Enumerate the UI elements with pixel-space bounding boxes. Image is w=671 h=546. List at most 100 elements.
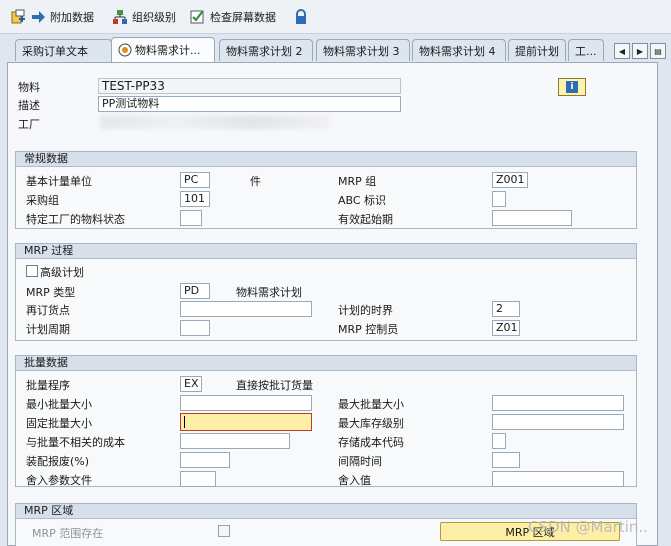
assembly-scrap-field[interactable]	[180, 452, 230, 468]
plant-status-label: 特定工厂的物料状态	[26, 213, 125, 226]
tab-strip: 采购订单文本 物料需求计... 物料需求计划 2 物料需求计划 3 物料需求计划…	[0, 35, 671, 63]
plant-value-redacted	[100, 115, 330, 129]
tab-scroll-right-button[interactable]: ▶	[632, 43, 648, 59]
lot-procedure-label: 批量程序	[26, 379, 70, 392]
abc-label: ABC 标识	[338, 194, 387, 207]
org-levels-icon	[112, 9, 128, 25]
assembly-scrap-label: 装配报废(%)	[26, 455, 90, 468]
tab-mrp3[interactable]: 物料需求计划 3	[316, 39, 410, 61]
lot-procedure-text: 直接按批订货量	[236, 379, 313, 392]
org-levels-label: 组织级别	[132, 11, 176, 24]
info-button[interactable]: i	[558, 78, 586, 96]
lot-size-group: 批量数据 批量程序 EX 直接按批订货量 最小批量大小 最大批量大小 固定批量大…	[15, 355, 637, 487]
fixed-lot-label: 固定批量大小	[26, 417, 92, 430]
material-field: TEST-PP33	[98, 78, 401, 94]
mrp-type-field[interactable]: PD	[180, 283, 210, 299]
min-lot-field[interactable]	[180, 395, 312, 411]
lot-size-title: 批量数据	[16, 356, 636, 371]
min-lot-label: 最小批量大小	[26, 398, 92, 411]
mrp-area-exists-checkbox	[218, 525, 230, 537]
text-cursor	[184, 416, 185, 428]
check-screen-label: 检查屏幕数据	[210, 11, 276, 24]
general-data-group: 常规数据 基本计量单位 PC 件 MRP 组 Z001 采购组 101 ABC …	[15, 151, 637, 229]
planning-cycle-label: 计划周期	[26, 323, 70, 336]
max-stock-label: 最大库存级别	[338, 417, 404, 430]
takt-time-field[interactable]	[492, 452, 520, 468]
material-label: 物料	[18, 81, 40, 94]
max-stock-field[interactable]	[492, 414, 624, 430]
tab-label: 提前计划	[515, 44, 559, 58]
tab-label: 采购订单文本	[22, 44, 88, 58]
tab-purchase-text[interactable]: 采购订单文本	[15, 39, 112, 61]
rounding-profile-label: 舍入参数文件	[26, 474, 92, 487]
tab-content-panel: 物料 TEST-PP33 描述 PP测试物料 工厂 i 常规数据 基本计量单位 …	[7, 62, 658, 546]
valid-from-field[interactable]	[492, 210, 572, 226]
lock-icon	[293, 9, 309, 25]
plant-label: 工厂	[18, 118, 40, 131]
fixed-lot-field[interactable]	[180, 413, 312, 431]
check-screen-button[interactable]: 检查屏幕数据	[190, 8, 276, 26]
triangle-right-icon: ▶	[636, 46, 644, 56]
application-toolbar: 附加数据 组织级别 检查屏幕数据	[0, 0, 671, 34]
org-levels-button[interactable]: 组织级别	[112, 8, 176, 26]
additional-data-label: 附加数据	[50, 11, 94, 24]
description-label: 描述	[18, 99, 40, 112]
plant-status-field[interactable]	[180, 210, 202, 226]
mrp-procedure-group: MRP 过程 高级计划 MRP 类型 PD 物料需求计划 再订货点 计划的时界 …	[15, 243, 637, 341]
rounding-value-label: 舍入值	[338, 474, 371, 487]
max-lot-label: 最大批量大小	[338, 398, 404, 411]
additional-data-button[interactable]: 附加数据	[10, 8, 94, 26]
tab-list-button[interactable]: ▤	[650, 43, 666, 59]
ordering-cost-field[interactable]	[180, 433, 290, 449]
valid-from-label: 有效起始期	[338, 213, 393, 226]
base-uom-label: 基本计量单位	[26, 175, 92, 188]
triangle-left-icon: ◀	[618, 46, 626, 56]
ordering-cost-label: 与批量不相关的成本	[26, 436, 125, 449]
advanced-planning-checkbox[interactable]	[26, 265, 38, 277]
reorder-point-field[interactable]	[180, 301, 312, 317]
eye-icon	[118, 43, 132, 57]
tab-mrp4[interactable]: 物料需求计划 4	[412, 39, 506, 61]
tab-work-scheduling[interactable]: 工...	[568, 39, 604, 61]
mrp-group-field[interactable]: Z001	[492, 172, 528, 188]
tab-list-icon: ▤	[654, 46, 662, 56]
rounding-profile-field[interactable]	[180, 471, 216, 487]
arrow-right-icon	[30, 9, 46, 25]
mrp-controller-field[interactable]: Z01	[492, 320, 520, 336]
mrp-controller-label: MRP 控制员	[338, 323, 399, 336]
time-fence-label: 计划的时界	[338, 304, 393, 317]
advanced-planning-label: 高级计划	[40, 266, 84, 279]
abc-field[interactable]	[492, 191, 506, 207]
additional-data-icon	[10, 9, 26, 25]
lot-procedure-field[interactable]: EX	[180, 376, 202, 392]
tab-label: 工...	[575, 44, 597, 58]
storage-cost-field[interactable]	[492, 433, 506, 449]
time-fence-field[interactable]: 2	[492, 301, 520, 317]
purch-group-field[interactable]: 101	[180, 191, 210, 207]
tab-mrp1[interactable]: 物料需求计...	[111, 37, 215, 62]
base-uom-text: 件	[250, 175, 261, 188]
lock-button[interactable]	[293, 8, 309, 26]
tab-label: 物料需求计划 2	[226, 44, 303, 58]
mrp-group-label: MRP 组	[338, 175, 377, 188]
tab-label: 物料需求计...	[135, 44, 201, 57]
tab-scroll-left-button[interactable]: ◀	[614, 43, 630, 59]
mrp-area-exists-label: MRP 范围存在	[32, 527, 104, 540]
tab-mrp2[interactable]: 物料需求计划 2	[219, 39, 313, 61]
purch-group-label: 采购组	[26, 194, 59, 207]
mrp-type-text: 物料需求计划	[236, 286, 302, 299]
planning-cycle-field[interactable]	[180, 320, 210, 336]
description-field[interactable]: PP测试物料	[98, 96, 401, 112]
rounding-value-field[interactable]	[492, 471, 624, 487]
check-screen-icon	[190, 9, 206, 25]
max-lot-field[interactable]	[492, 395, 624, 411]
watermark-text: CSDN @Martin..	[528, 518, 648, 536]
mrp-procedure-title: MRP 过程	[16, 244, 636, 259]
general-data-title: 常规数据	[16, 152, 636, 167]
base-uom-field[interactable]: PC	[180, 172, 210, 188]
mrp-type-label: MRP 类型	[26, 286, 76, 299]
takt-time-label: 间隔时间	[338, 455, 382, 468]
tab-forecast[interactable]: 提前计划	[508, 39, 566, 61]
info-icon: i	[566, 81, 578, 93]
tab-label: 物料需求计划 4	[419, 44, 496, 58]
